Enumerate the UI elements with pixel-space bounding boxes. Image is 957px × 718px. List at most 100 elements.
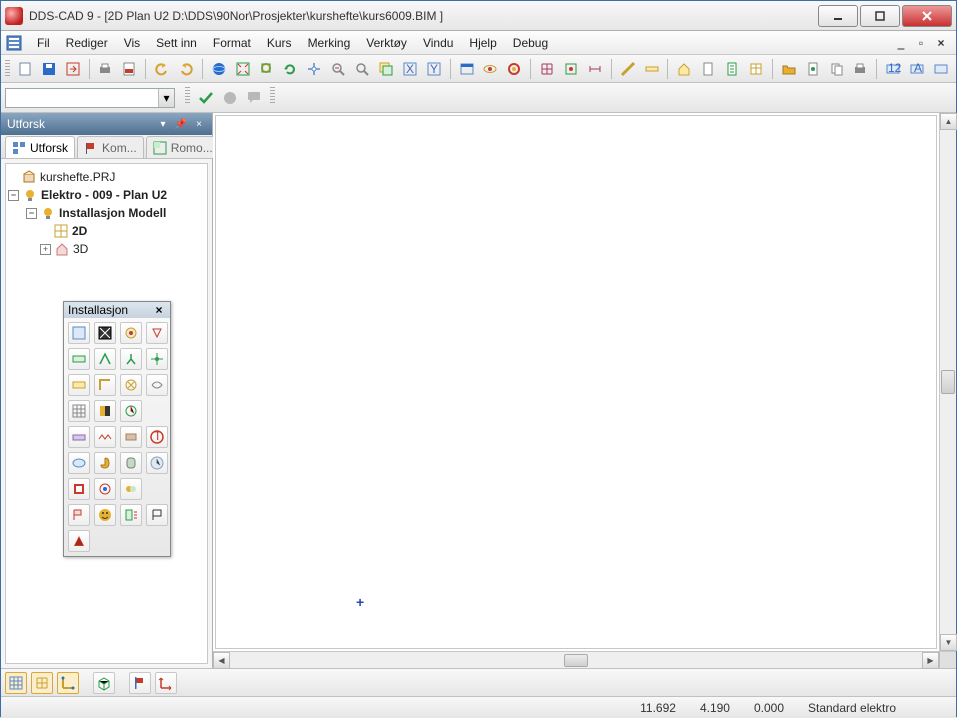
palette-tool-11[interactable] [120, 374, 142, 396]
globe-icon[interactable] [208, 58, 230, 80]
zoom-icon[interactable] [351, 58, 373, 80]
menu-rediger[interactable]: Rediger [58, 33, 116, 53]
menu-format[interactable]: Format [205, 33, 259, 53]
pin-icon[interactable]: 📌 [174, 117, 188, 131]
measure-icon[interactable] [617, 58, 639, 80]
palette-tool-29[interactable] [120, 504, 142, 526]
pdf-icon[interactable] [118, 58, 140, 80]
undo-icon[interactable] [151, 58, 173, 80]
zoom-previous-icon[interactable] [327, 58, 349, 80]
palette-close-icon[interactable]: × [152, 303, 166, 317]
palette-tool-13[interactable] [68, 400, 90, 422]
palette-tool-12[interactable] [146, 374, 168, 396]
list-icon[interactable] [721, 58, 743, 80]
palette-tool-8[interactable] [146, 348, 168, 370]
expand-icon[interactable]: + [40, 244, 51, 255]
zoom-window-icon[interactable] [256, 58, 278, 80]
palette-tool-22[interactable] [120, 452, 142, 474]
scroll-up-icon[interactable]: ▲ [940, 113, 957, 130]
palette-tool-21[interactable] [94, 452, 116, 474]
folder-open-icon[interactable] [778, 58, 800, 80]
scroll-down-icon[interactable]: ▼ [940, 634, 957, 651]
pan-icon[interactable] [303, 58, 325, 80]
palette-header[interactable]: Installasjon × [64, 302, 170, 318]
menu-kurs[interactable]: Kurs [259, 33, 300, 53]
minimize-button[interactable] [818, 5, 858, 27]
menu-vindu[interactable]: Vindu [415, 33, 461, 53]
horizontal-scrollbar[interactable]: ◀ ▶ [213, 651, 956, 668]
palette-tool-31[interactable] [68, 530, 90, 552]
flag-toggle-icon[interactable] [129, 672, 151, 694]
palette-tool-15[interactable] [120, 400, 142, 422]
toolbar-grip[interactable] [185, 87, 190, 105]
toolbar-grip[interactable] [270, 87, 275, 105]
palette-tool-9[interactable] [68, 374, 90, 396]
app-menu-icon[interactable] [5, 34, 23, 52]
label-icon[interactable]: A [906, 58, 928, 80]
record-icon[interactable] [219, 87, 241, 109]
tree-node-3d[interactable]: + 3D [8, 240, 205, 258]
scroll-left-icon[interactable]: ◀ [213, 652, 230, 669]
grid-toggle-icon[interactable] [5, 672, 27, 694]
tag-icon[interactable] [930, 58, 952, 80]
speech-bubble-icon[interactable] [243, 87, 265, 109]
palette-tool-4[interactable] [146, 322, 168, 344]
document-icon[interactable] [697, 58, 719, 80]
mdi-minimize-button[interactable]: ‗ [892, 35, 910, 51]
collapse-icon[interactable]: − [26, 208, 37, 219]
scroll-thumb[interactable] [941, 370, 955, 394]
tree-node-install[interactable]: − Installasjon Modell [8, 204, 205, 222]
palette-tool-16[interactable] [68, 426, 90, 448]
palette-tool-5[interactable] [68, 348, 90, 370]
axis-toggle-icon[interactable] [155, 672, 177, 694]
installasjon-palette[interactable]: Installasjon × T [63, 301, 171, 557]
tree-node-2d[interactable]: 2D [8, 222, 205, 240]
snap-icon[interactable] [560, 58, 582, 80]
copy-icon[interactable] [826, 58, 848, 80]
print2-icon[interactable] [849, 58, 871, 80]
3d-view-icon[interactable] [93, 672, 115, 694]
mdi-close-button[interactable]: × [932, 35, 950, 51]
menu-debug[interactable]: Debug [505, 33, 556, 53]
palette-tool-14[interactable] [94, 400, 116, 422]
palette-tool-26[interactable] [120, 478, 142, 500]
home-icon[interactable] [673, 58, 695, 80]
mirror-y-icon[interactable]: Y [423, 58, 445, 80]
palette-tool-20[interactable] [68, 452, 90, 474]
palette-tool-28[interactable] [94, 504, 116, 526]
check-icon[interactable] [195, 87, 217, 109]
collapse-icon[interactable]: − [8, 190, 19, 201]
scroll-thumb[interactable] [564, 654, 588, 667]
layers-icon[interactable] [375, 58, 397, 80]
palette-tool-3[interactable] [120, 322, 142, 344]
print-icon[interactable] [95, 58, 117, 80]
save-icon[interactable] [38, 58, 60, 80]
palette-tool-27[interactable] [68, 504, 90, 526]
ortho-toggle-icon[interactable] [57, 672, 79, 694]
close-button[interactable] [902, 5, 952, 27]
panel-menu-icon[interactable]: ▾ [156, 117, 170, 131]
mirror-x-icon[interactable]: X [399, 58, 421, 80]
grid-icon[interactable] [536, 58, 558, 80]
layer-combo[interactable]: ▾ [5, 88, 175, 108]
menu-fil[interactable]: Fil [29, 33, 58, 53]
palette-tool-17[interactable] [94, 426, 116, 448]
palette-tool-24[interactable] [68, 478, 90, 500]
mdi-restore-button[interactable]: ▫ [912, 35, 930, 51]
eye-icon[interactable] [479, 58, 501, 80]
text-box-icon[interactable]: 123 [882, 58, 904, 80]
maximize-button[interactable] [860, 5, 900, 27]
palette-tool-2[interactable] [94, 322, 116, 344]
window-icon[interactable] [456, 58, 478, 80]
menu-verktoy[interactable]: Verktøy [358, 33, 415, 53]
menu-merking[interactable]: Merking [300, 33, 359, 53]
tab-romo[interactable]: Romo... [146, 136, 220, 158]
palette-tool-30[interactable] [146, 504, 168, 526]
new-icon[interactable] [14, 58, 36, 80]
page-icon[interactable] [802, 58, 824, 80]
drawing-canvas[interactable]: + [215, 115, 937, 649]
palette-tool-10[interactable] [94, 374, 116, 396]
palette-tool-18[interactable] [120, 426, 142, 448]
palette-tool-1[interactable] [68, 322, 90, 344]
palette-tool-7[interactable] [120, 348, 142, 370]
